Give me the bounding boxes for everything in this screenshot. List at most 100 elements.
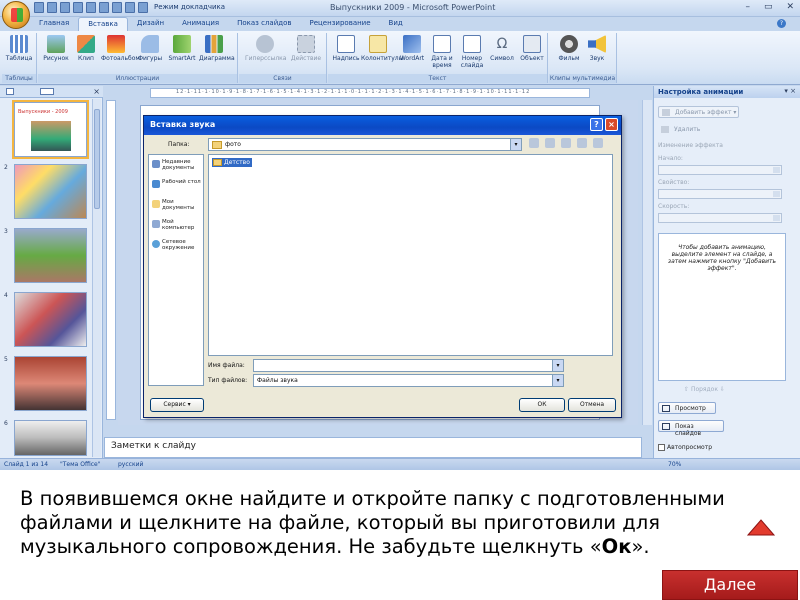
place-network[interactable]: Сетевое окружение — [152, 239, 204, 251]
tab-design[interactable]: Дизайн — [128, 17, 173, 31]
object-button[interactable]: Объект — [517, 35, 547, 62]
place-recent[interactable]: Недавние документы — [152, 159, 204, 171]
print-icon[interactable] — [73, 2, 83, 13]
sound-button[interactable]: Звук — [582, 35, 612, 62]
slideshow-button[interactable]: Показ слайдов — [658, 420, 724, 437]
grid-icon[interactable] — [125, 2, 135, 13]
minimize-button[interactable]: – — [745, 2, 750, 12]
slide-thumbnail[interactable] — [14, 228, 87, 283]
add-effect-button[interactable]: Добавить эффект ▾ — [658, 106, 740, 118]
zoom-level[interactable]: 70% — [668, 461, 681, 468]
hyperlink-button[interactable]: Гиперссылка — [245, 35, 286, 62]
up-folder-icon[interactable] — [545, 138, 555, 148]
reorder-controls[interactable]: ⇧ Порядок ⇩ — [684, 386, 725, 393]
new-icon[interactable] — [112, 2, 122, 13]
photoalbum-button[interactable]: Фотоальбом — [101, 35, 140, 62]
redo-icon[interactable] — [60, 2, 70, 13]
header-footer-button[interactable]: Колонтитулы — [361, 35, 403, 62]
tab-slideshow[interactable]: Показ слайдов — [228, 17, 300, 31]
tab-view[interactable]: Вид — [380, 17, 412, 31]
slide-thumbnail[interactable] — [14, 292, 87, 347]
slides-tab-icon[interactable] — [6, 88, 14, 95]
thumbnails-scrollbar[interactable] — [92, 99, 101, 457]
movie-button[interactable]: Фильм — [554, 35, 584, 62]
datetime-button[interactable]: Дата и время — [427, 35, 457, 69]
insert-sound-dialog: Вставка звука ? × Папка: фото ▾ Недавние … — [143, 115, 622, 418]
tab-animation[interactable]: Анимация — [173, 17, 228, 31]
start-select[interactable] — [658, 165, 782, 175]
slide-number-button[interactable]: Номер слайда — [457, 35, 487, 69]
theme-name: "Тема Office" — [60, 461, 101, 468]
close-icon[interactable]: ▾ × — [784, 87, 796, 95]
action-button[interactable]: Действие — [289, 35, 323, 62]
slide-thumbnail[interactable]: Выпускники - 2009 — [12, 100, 89, 159]
remove-button[interactable]: Удалить — [658, 124, 702, 136]
tools-button[interactable]: Сервис ▾ — [150, 398, 204, 412]
shapes-button[interactable]: Фигуры — [135, 35, 165, 62]
clipart-button[interactable]: Клип — [71, 35, 101, 62]
slide-thumbnail[interactable] — [14, 356, 87, 411]
slide-icon[interactable] — [138, 2, 148, 13]
group-links: Гиперссылка Действие Связи — [239, 33, 327, 83]
outline-tab-icon[interactable] — [40, 88, 54, 95]
language[interactable]: русский — [118, 461, 143, 468]
back-icon[interactable] — [529, 138, 539, 148]
chevron-down-icon: ▾ — [510, 139, 521, 150]
animation-list[interactable]: Чтобы добавить анимацию, выделите элемен… — [658, 233, 786, 381]
hyperlink-icon — [256, 35, 274, 53]
new-folder-icon[interactable] — [577, 138, 587, 148]
look-in-label: Папка: — [168, 141, 190, 148]
tab-review[interactable]: Рецензирование — [301, 17, 380, 31]
close-icon[interactable]: × — [93, 87, 100, 96]
smartart-button[interactable]: SmartArt — [167, 35, 197, 62]
canvas-scrollbar[interactable] — [642, 100, 652, 425]
thumbnail-photo — [15, 357, 86, 410]
chart-button[interactable]: Диаграмма — [199, 35, 235, 62]
folder-item[interactable]: Детство — [212, 158, 252, 167]
instruction-text: В появившемся окне найдите и откройте па… — [20, 487, 725, 558]
animation-hint: Чтобы добавить анимацию, выделите элемен… — [667, 244, 777, 272]
folder-icon — [213, 159, 222, 166]
photoalbum-icon — [107, 35, 125, 53]
delete-icon[interactable] — [561, 138, 571, 148]
pane-tabs: × — [0, 86, 103, 98]
place-my-documents[interactable]: Мои документы — [152, 199, 204, 211]
slide-thumbnail[interactable] — [14, 420, 87, 456]
help-button[interactable]: ? — [590, 118, 603, 131]
play-button[interactable]: Просмотр — [658, 402, 716, 414]
place-desktop[interactable]: Рабочий стол — [152, 179, 204, 188]
open-icon[interactable] — [99, 2, 109, 13]
table-button[interactable]: Таблица — [4, 35, 34, 62]
maximize-button[interactable]: ▭ — [764, 2, 773, 12]
speed-select[interactable] — [658, 213, 782, 223]
spelling-icon[interactable] — [86, 2, 96, 13]
dialog-close-button[interactable]: × — [605, 118, 618, 131]
filetype-select[interactable]: Файлы звука ▾ — [253, 374, 564, 387]
save-icon[interactable] — [34, 2, 44, 13]
cancel-button[interactable]: Отмена — [568, 398, 616, 412]
help-icon[interactable]: ? — [777, 19, 786, 28]
textbox-button[interactable]: Надпись — [331, 35, 361, 62]
notes-pane[interactable]: Заметки к слайду — [104, 437, 642, 458]
place-my-computer[interactable]: Мой компьютер — [152, 219, 204, 231]
slide-thumbnail[interactable] — [14, 164, 87, 219]
close-button[interactable]: ✕ — [786, 2, 794, 12]
clipart-icon — [77, 35, 95, 53]
undo-icon[interactable] — [47, 2, 57, 13]
wordart-button[interactable]: WordArt — [397, 35, 427, 62]
autopreview-checkbox[interactable]: Автопросмотр — [658, 444, 712, 451]
scroll-thumb[interactable] — [94, 109, 100, 209]
filename-input[interactable]: ▾ — [253, 359, 564, 372]
ok-button[interactable]: ОК — [519, 398, 565, 412]
tab-insert[interactable]: Вставка — [78, 17, 128, 31]
tab-home[interactable]: Главная — [30, 17, 78, 31]
office-button[interactable] — [2, 1, 30, 29]
next-button[interactable]: Далее — [662, 570, 798, 600]
file-list[interactable]: Детство — [208, 154, 613, 356]
symbol-button[interactable]: Ω Символ — [487, 35, 517, 62]
look-in-select[interactable]: фото ▾ — [208, 138, 522, 151]
presenter-mode-label[interactable]: Режим докладчика — [154, 3, 225, 13]
picture-button[interactable]: Рисунок — [41, 35, 71, 62]
property-select[interactable] — [658, 189, 782, 199]
views-icon[interactable] — [593, 138, 603, 148]
